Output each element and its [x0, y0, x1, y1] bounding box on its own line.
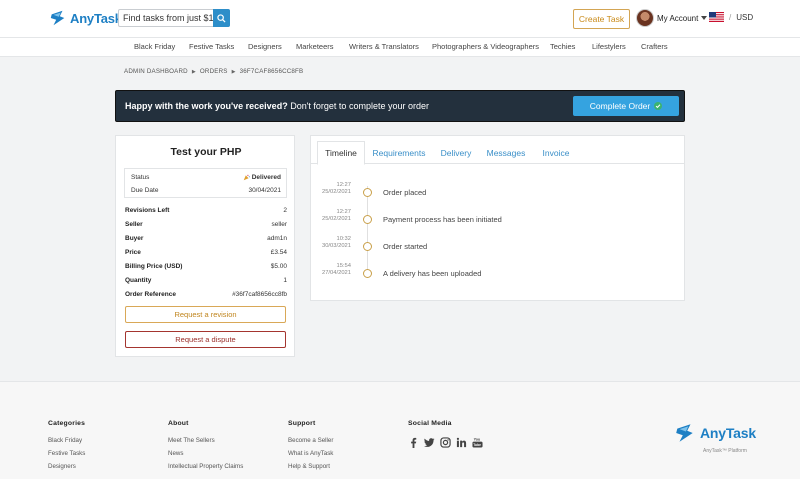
tab-timeline[interactable]: Timeline [317, 141, 365, 165]
category-lifestylers[interactable]: Lifestylers [592, 42, 626, 51]
avatar [636, 9, 654, 27]
order-summary-card: Test your PHP Status Delivered Due Date … [115, 135, 295, 357]
anytask-logo-icon [50, 10, 65, 26]
breadcrumb-orders[interactable]: ORDERS [200, 68, 228, 75]
order-title: Test your PHP [170, 146, 242, 158]
svg-text:You: You [474, 438, 481, 442]
timeline-item: 12:27 25/02/2021 Order placed [321, 182, 427, 197]
footer-link[interactable]: What is AnyTask [288, 450, 333, 457]
instagram-icon[interactable] [440, 437, 451, 448]
breadcrumb-order-id: 36F7CAF8656CC8FB [239, 68, 304, 75]
search-icon [217, 13, 226, 23]
tab-messages[interactable]: Messages [483, 142, 529, 164]
svg-text:Tube: Tube [473, 443, 481, 447]
detail-row: Order Reference #36f7caf8656cc8fb [125, 291, 287, 298]
search-button[interactable] [213, 9, 230, 27]
tab-invoice[interactable]: Invoice [537, 142, 575, 164]
detail-row: Buyer adm1n [125, 235, 287, 242]
anytask-logo[interactable]: AnyTask [49, 9, 122, 27]
category-writers-translators[interactable]: Writers & Translators [349, 42, 419, 51]
timeline-item: 15:54 27/04/2021 A delivery has been uplo… [321, 263, 482, 278]
category-festive-tasks[interactable]: Festive Tasks [189, 42, 234, 51]
search-bar [118, 9, 230, 27]
tab-requirements[interactable]: Requirements [369, 142, 429, 164]
footer-brand-name: AnyTask [700, 425, 756, 441]
due-date-row: Due Date 30/04/2021 [131, 187, 281, 194]
create-task-button[interactable]: Create Task [573, 9, 630, 29]
party-popper-icon [243, 174, 250, 181]
timeline-item: 12:27 25/02/2021 Payment process has been… [321, 209, 502, 224]
breadcrumb-separator-icon: ▶ [231, 68, 236, 75]
status-badge: Delivered [243, 174, 281, 181]
footer-link[interactable]: Help & Support [288, 463, 333, 470]
footer-logo[interactable]: AnyTask [674, 422, 756, 444]
twitter-icon[interactable] [424, 437, 435, 448]
facebook-icon[interactable] [408, 437, 419, 448]
social-icons: You Tube [408, 437, 483, 448]
footer-link[interactable]: Meet The Sellers [168, 437, 243, 444]
tab-bar: Timeline Requirements Delivery Messages … [311, 136, 684, 165]
category-techies[interactable]: Techies [550, 42, 575, 51]
footer-tagline: AnyTask™ Platform [703, 448, 747, 454]
us-flag-icon [709, 12, 724, 22]
footer-link[interactable]: Black Friday [48, 437, 85, 444]
breadcrumb-admin-dashboard[interactable]: ADMIN DASHBOARD [124, 68, 188, 75]
chevron-down-icon [701, 16, 708, 20]
check-circle-icon [654, 102, 663, 110]
category-black-friday[interactable]: Black Friday [134, 42, 175, 51]
footer-link[interactable]: Intellectual Property Claims [168, 463, 243, 470]
status-row: Status Delivered [131, 174, 281, 181]
detail-row: Billing Price (USD) $5.00 [125, 263, 287, 270]
currency-selector[interactable]: / USD [709, 12, 753, 22]
request-revision-button[interactable]: Request a revision [125, 306, 286, 323]
category-designers[interactable]: Designers [248, 42, 282, 51]
detail-row: Revisions Left 2 [125, 207, 287, 214]
footer-categories: Categories Black Friday Festive Tasks De… [48, 420, 86, 470]
footer-about: About Meet The Sellers News Intellectual… [168, 420, 244, 470]
breadcrumb-separator-icon: ▶ [191, 68, 196, 75]
complete-order-banner: Happy with the work you've received? Don… [115, 90, 685, 122]
complete-order-button[interactable]: Complete Order [573, 96, 679, 116]
detail-row: Seller seller [125, 221, 287, 228]
footer-support: Support Become a Seller What is AnyTask … [288, 420, 334, 470]
site-footer: Categories Black Friday Festive Tasks De… [0, 381, 800, 479]
top-header: AnyTask Create Task My Account / USD [0, 0, 800, 38]
status-box: Status Delivered Due Date 30/04/2021 [124, 168, 287, 198]
footer-social: Social Media You Tube [408, 420, 483, 448]
my-account-label: My Account [657, 13, 699, 23]
category-nav: Black Friday Festive Tasks Designers Mar… [0, 38, 800, 57]
anytask-logo-icon [676, 424, 693, 442]
order-tabs-panel: Timeline Requirements Delivery Messages … [310, 135, 685, 301]
footer-link[interactable]: Become a Seller [288, 437, 333, 444]
detail-row: Price £3.54 [125, 249, 287, 256]
timeline-dot-icon [363, 215, 372, 224]
category-photographers-videographers[interactable]: Photographers & Videographers [432, 42, 539, 51]
youtube-icon[interactable]: YouTube [472, 437, 483, 448]
tab-delivery[interactable]: Delivery [437, 142, 475, 164]
search-input[interactable] [119, 10, 213, 26]
request-dispute-button[interactable]: Request a dispute [125, 331, 286, 348]
brand-name: AnyTask [70, 10, 122, 26]
my-account-menu[interactable]: My Account [636, 9, 708, 27]
detail-row: Quantity 1 [125, 277, 287, 284]
linkedin-icon[interactable] [456, 437, 467, 448]
timeline-item: 10:32 30/03/2021 Order started [321, 236, 428, 251]
footer-link[interactable]: Festive Tasks [48, 450, 85, 457]
footer-link[interactable]: Designers [48, 463, 85, 470]
banner-text: Happy with the work you've received? Don… [125, 101, 429, 111]
timeline-dot-icon [363, 188, 372, 197]
category-marketeers[interactable]: Marketeers [296, 42, 334, 51]
category-crafters[interactable]: Crafters [641, 42, 668, 51]
breadcrumb: ADMIN DASHBOARD ▶ ORDERS ▶ 36F7CAF8656CC… [124, 68, 303, 75]
footer-link[interactable]: News [168, 450, 243, 457]
currency-label: USD [736, 12, 754, 22]
timeline-dot-icon [363, 242, 372, 251]
timeline-dot-icon [363, 269, 372, 278]
